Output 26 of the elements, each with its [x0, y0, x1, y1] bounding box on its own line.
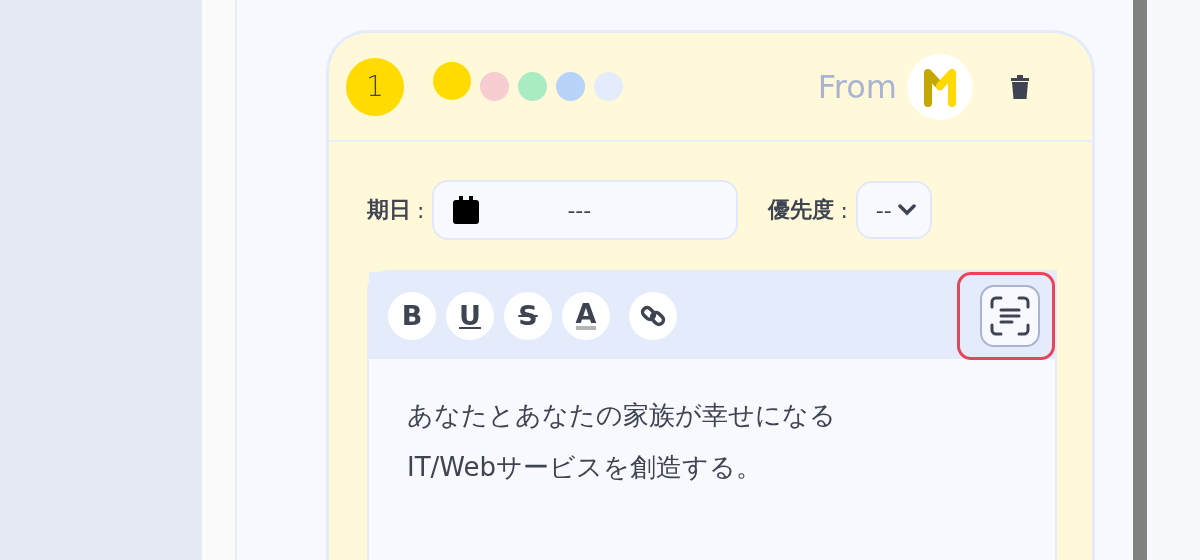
- scrollbar[interactable]: [1133, 0, 1147, 560]
- color-option[interactable]: [480, 72, 509, 101]
- due-label: 期日: [367, 196, 411, 224]
- editor-text[interactable]: あなたとあなたの家族が幸せになる IT/Webサービスを創造する。: [369, 359, 1055, 523]
- number-badge: 1: [346, 57, 404, 116]
- m-logo-icon: [923, 66, 957, 107]
- color-option[interactable]: [594, 72, 623, 101]
- date-field[interactable]: ---: [432, 180, 739, 240]
- strike-button[interactable]: S: [504, 291, 552, 340]
- color-button[interactable]: A: [562, 291, 610, 340]
- priority-label: 優先度: [768, 196, 835, 224]
- underline-button[interactable]: U: [446, 291, 494, 340]
- separator: :: [840, 197, 848, 223]
- color-option[interactable]: [433, 61, 471, 100]
- color-option[interactable]: [518, 72, 547, 101]
- format-button[interactable]: [980, 284, 1040, 347]
- color-option[interactable]: [556, 72, 585, 101]
- bold-button[interactable]: B: [388, 291, 436, 340]
- calendar-icon: [453, 196, 480, 224]
- separator: :: [417, 197, 425, 223]
- priority-select[interactable]: --: [855, 181, 932, 239]
- from-label: From: [817, 67, 897, 106]
- link-button[interactable]: [629, 291, 677, 340]
- scan-text-icon: [989, 294, 1031, 337]
- trash-icon[interactable]: [1010, 73, 1030, 100]
- chevron-down-icon: [897, 204, 916, 216]
